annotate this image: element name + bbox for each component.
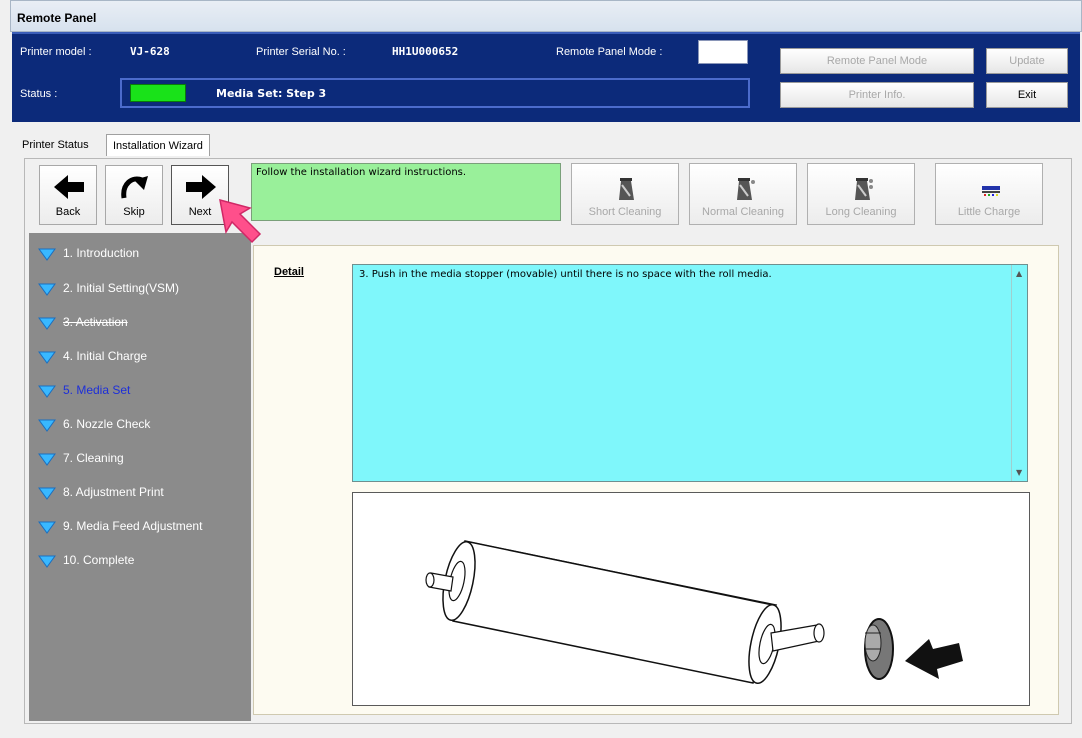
printer-info-button[interactable]: Printer Info. <box>780 82 974 108</box>
tab-installation-wizard[interactable]: Installation Wizard <box>106 134 210 156</box>
skip-button[interactable]: Skip <box>105 165 163 225</box>
scroll-down-icon[interactable]: ▼ <box>1016 468 1022 477</box>
pointer-cursor-icon <box>219 198 262 244</box>
little-charge-button[interactable]: Little Charge <box>935 163 1043 225</box>
normal-cleaning-button[interactable]: Normal Cleaning <box>689 163 797 225</box>
skip-label: Skip <box>123 206 145 218</box>
short-cleaning-label: Short Cleaning <box>588 206 662 218</box>
step-triangle-icon <box>38 487 56 500</box>
wizard-steps-list: 1. Introduction 2. Initial Setting(VSM) … <box>29 233 251 721</box>
detail-scrollbar[interactable]: ▲ ▼ <box>1011 265 1027 481</box>
step-item-adjustment-print[interactable]: 8. Adjustment Print <box>37 482 164 502</box>
step-triangle-icon <box>38 283 56 296</box>
status-field: Media Set: Step 3 <box>120 78 750 108</box>
normal-cleaning-label: Normal Cleaning <box>702 206 784 218</box>
exit-button[interactable]: Exit <box>986 82 1068 108</box>
instruction-box: Follow the installation wizard instructi… <box>251 163 561 221</box>
long-cleaning-button[interactable]: Long Cleaning <box>807 163 915 225</box>
remote-panel-mode-button[interactable]: Remote Panel Mode <box>780 48 974 74</box>
step-triangle-icon <box>38 351 56 364</box>
detail-label: Detail <box>274 266 304 278</box>
detail-text: 3. Push in the media stopper (movable) u… <box>359 269 772 280</box>
step-item-activation[interactable]: 3. Activation <box>37 312 128 332</box>
serial-value: HH1U000652 <box>392 45 459 58</box>
remote-panel-mode-label: Remote Panel Mode : <box>556 46 663 58</box>
back-button[interactable]: Back <box>39 165 97 225</box>
step-item-introduction[interactable]: 1. Introduction <box>37 243 139 263</box>
printer-model-value: VJ-628 <box>130 45 170 58</box>
step-item-media-feed-adjustment[interactable]: 9. Media Feed Adjustment <box>37 516 202 536</box>
roll-media-diagram <box>425 540 963 684</box>
step-item-initial-setting[interactable]: 2. Initial Setting(VSM) <box>37 278 179 298</box>
normal-cleaning-icon <box>737 178 755 200</box>
detail-content-area: Detail 3. Push in the media stopper (mov… <box>253 245 1059 715</box>
status-text: Media Set: Step 3 <box>216 87 327 100</box>
redo-arrow-icon <box>121 176 148 199</box>
step-triangle-icon <box>38 419 56 432</box>
step-item-cleaning[interactable]: 7. Cleaning <box>37 448 124 468</box>
step-triangle-icon <box>38 385 56 398</box>
step-triangle-icon <box>38 317 56 330</box>
installation-wizard-panel: Back Skip Next Follow the installation w… <box>24 158 1072 724</box>
short-cleaning-button[interactable]: Short Cleaning <box>571 163 679 225</box>
window-title: Remote Panel <box>17 11 97 25</box>
long-cleaning-icon <box>855 178 873 200</box>
status-label: Status : <box>20 88 58 100</box>
update-button[interactable]: Update <box>986 48 1068 74</box>
scroll-up-icon[interactable]: ▲ <box>1016 269 1022 278</box>
detail-text-box[interactable]: 3. Push in the media stopper (movable) u… <box>352 264 1028 482</box>
little-charge-label: Little Charge <box>957 206 1021 218</box>
window-titlebar: Remote Panel <box>10 0 1082 32</box>
left-arrow-icon <box>54 175 84 199</box>
step-triangle-icon <box>38 521 56 534</box>
step-item-complete[interactable]: 10. Complete <box>37 550 134 570</box>
step-triangle-icon <box>38 555 56 568</box>
serial-label: Printer Serial No. : <box>256 46 346 58</box>
status-led-icon <box>130 84 186 102</box>
remote-panel-mode-indicator <box>698 40 748 64</box>
little-charge-icon <box>982 186 1000 196</box>
printer-model-label: Printer model : <box>20 46 92 58</box>
step-item-nozzle-check[interactable]: 6. Nozzle Check <box>37 414 150 434</box>
right-arrow-icon <box>186 175 216 199</box>
step-item-media-set[interactable]: 5. Media Set <box>37 380 130 400</box>
step-triangle-icon <box>38 248 56 261</box>
media-stopper-illustration <box>352 492 1030 706</box>
short-cleaning-icon <box>619 178 634 200</box>
step-item-initial-charge[interactable]: 4. Initial Charge <box>37 346 147 366</box>
back-label: Back <box>55 206 81 218</box>
step-triangle-icon <box>38 453 56 466</box>
long-cleaning-label: Long Cleaning <box>825 206 897 218</box>
header-bar: Printer model : VJ-628 Printer Serial No… <box>12 32 1080 122</box>
tab-printer-status[interactable]: Printer Status <box>22 134 89 156</box>
